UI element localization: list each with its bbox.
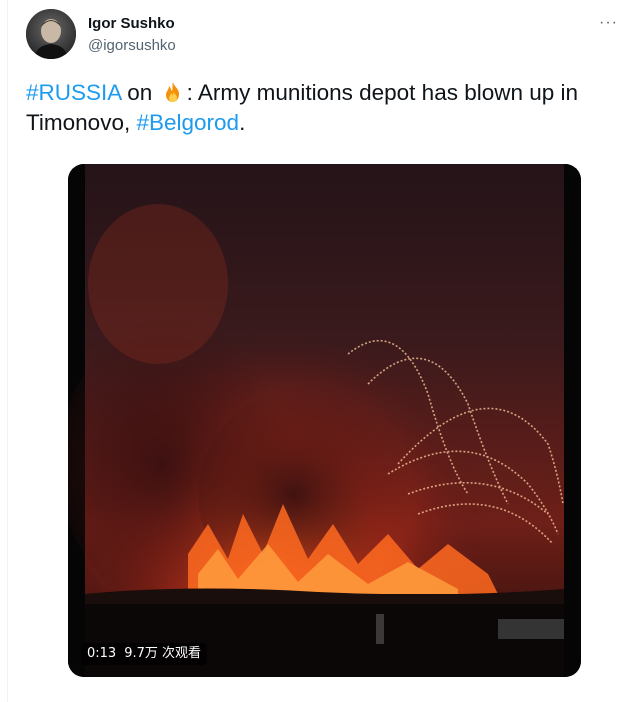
video-frame	[68, 164, 581, 677]
hashtag-belgorod[interactable]: #Belgorod	[136, 110, 239, 135]
tweet-header: Igor Sushko @igorsushko	[26, 9, 176, 59]
author-names: Igor Sushko @igorsushko	[88, 14, 176, 55]
video-duration: 0:13	[87, 646, 117, 661]
tweet-text-on: on	[121, 80, 159, 105]
author-handle[interactable]: @igorsushko	[88, 36, 176, 55]
tweet-text: #RUSSIA on : Army munitions depot has bl…	[26, 78, 626, 138]
video-player[interactable]: 0:13 9.7万 次观看	[68, 164, 581, 677]
hashtag-russia[interactable]: #RUSSIA	[26, 80, 121, 105]
tweet-card[interactable]: Igor Sushko @igorsushko ··· #RUSSIA on :…	[0, 0, 640, 702]
author-display-name[interactable]: Igor Sushko	[88, 14, 176, 33]
video-info-badge: 0:13 9.7万 次观看	[81, 643, 208, 665]
avatar[interactable]	[26, 9, 76, 59]
video-view-count: 9.7万 次观看	[124, 646, 202, 661]
fire-emoji-icon	[161, 80, 185, 104]
timeline-border	[7, 0, 8, 702]
more-options-icon[interactable]: ···	[599, 14, 618, 32]
tweet-text-end: .	[239, 110, 246, 135]
